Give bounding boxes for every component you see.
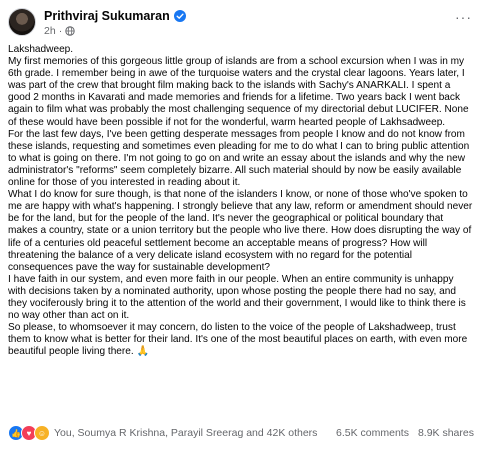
- paragraph-text: So please, to whomsoever it may concern,…: [8, 322, 468, 358]
- more-options-icon[interactable]: ···: [455, 10, 472, 24]
- author-row: Prithviraj Sukumaran: [44, 8, 186, 24]
- verified-badge-icon: [173, 10, 186, 22]
- author-name[interactable]: Prithviraj Sukumaran: [44, 9, 170, 23]
- post-header: Prithviraj Sukumaran 2h · ···: [8, 8, 474, 40]
- care-reaction-icon: ☺: [34, 425, 50, 441]
- post-timestamp[interactable]: 2h: [44, 25, 56, 37]
- paragraph: My first memories of this gorgeous littl…: [8, 56, 469, 128]
- folded-hands-emoji: 🙏: [136, 346, 150, 358]
- paragraph: For the last few days, I've been getting…: [8, 128, 470, 189]
- reactors-summary[interactable]: You, Soumya R Krishna, Parayil Sreerag a…: [54, 427, 336, 439]
- comments-count[interactable]: 6.5K comments: [336, 427, 409, 439]
- reactions-bar: 👍 ♥ ☺ You, Soumya R Krishna, Parayil Sre…: [8, 424, 474, 442]
- paragraph: I have faith in our system, and even mor…: [8, 273, 466, 322]
- separator-dot: ·: [58, 24, 63, 37]
- shares-count[interactable]: 8.9K shares: [418, 427, 474, 439]
- globe-icon: [65, 25, 75, 36]
- paragraph: What I do know for sure though, is that …: [8, 189, 473, 273]
- avatar[interactable]: [8, 8, 36, 36]
- post-text: Lakshadweep. My first memories of this g…: [8, 44, 474, 358]
- paragraph: Lakshadweep.: [8, 44, 74, 55]
- reaction-icons[interactable]: 👍 ♥ ☺: [8, 425, 50, 441]
- paragraph-last: So please, to whomsoever it may concern,…: [8, 322, 474, 358]
- post-meta: 2h ·: [44, 24, 75, 37]
- engagement-counts: 6.5K comments 8.9K shares: [336, 427, 474, 439]
